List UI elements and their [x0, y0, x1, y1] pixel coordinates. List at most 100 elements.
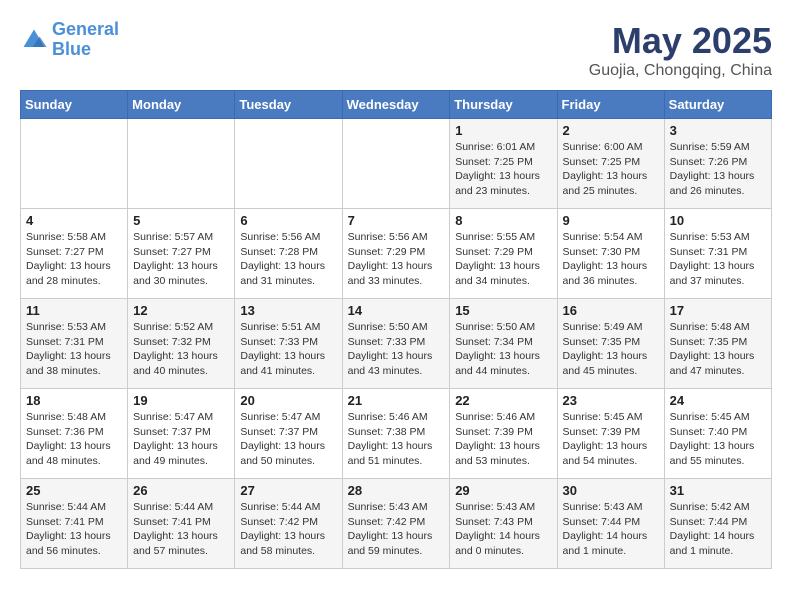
logo: General Blue — [20, 20, 119, 60]
day-info: Sunrise: 5:48 AMSunset: 7:36 PMDaylight:… — [26, 410, 122, 469]
day-info: Sunrise: 5:55 AMSunset: 7:29 PMDaylight:… — [455, 230, 551, 289]
day-info: Sunrise: 5:44 AMSunset: 7:41 PMDaylight:… — [133, 500, 229, 559]
day-info: Sunrise: 5:51 AMSunset: 7:33 PMDaylight:… — [240, 320, 336, 379]
day-cell: 20Sunrise: 5:47 AMSunset: 7:37 PMDayligh… — [235, 389, 342, 479]
day-cell: 29 Sunrise: 5:43 AMSunset: 7:43 PMDayligh… — [450, 479, 557, 569]
day-number: 26 — [133, 483, 229, 498]
day-number: 29 — [455, 483, 551, 498]
day-cell: 15 Sunrise: 5:50 AMSunset: 7:34 PMDayligh… — [450, 299, 557, 389]
day-cell: 9Sunrise: 5:54 AMSunset: 7:30 PMDaylight… — [557, 209, 664, 299]
day-info: Sunrise: 5:43 AMSunset: 7:43 PMDaylight:… — [455, 500, 551, 559]
day-cell: 1 Sunrise: 6:01 AMSunset: 7:25 PMDaylight… — [450, 119, 557, 209]
day-info: Sunrise: 5:48 AMSunset: 7:35 PMDaylight:… — [670, 320, 766, 379]
day-info: Sunrise: 5:53 AMSunset: 7:31 PMDaylight:… — [26, 320, 122, 379]
day-info: Sunrise: 6:01 AMSunset: 7:25 PMDaylight:… — [455, 140, 551, 199]
day-cell: 28Sunrise: 5:43 AMSunset: 7:42 PMDayligh… — [342, 479, 450, 569]
day-cell: 26 Sunrise: 5:44 AMSunset: 7:41 PMDayligh… — [128, 479, 235, 569]
day-cell: 12Sunrise: 5:52 AMSunset: 7:32 PMDayligh… — [128, 299, 235, 389]
day-info: Sunrise: 5:46 AMSunset: 7:38 PMDaylight:… — [348, 410, 445, 469]
day-number: 30 — [563, 483, 659, 498]
day-cell — [235, 119, 342, 209]
week-row-1: 1 Sunrise: 6:01 AMSunset: 7:25 PMDaylight… — [21, 119, 772, 209]
day-info: Sunrise: 5:42 AMSunset: 7:44 PMDaylight:… — [670, 500, 766, 559]
day-number: 15 — [455, 303, 551, 318]
day-info: Sunrise: 5:47 AMSunset: 7:37 PMDaylight:… — [133, 410, 229, 469]
day-info: Sunrise: 5:45 AMSunset: 7:39 PMDaylight:… — [563, 410, 659, 469]
day-info: Sunrise: 5:50 AMSunset: 7:33 PMDaylight:… — [348, 320, 445, 379]
day-number: 24 — [670, 393, 766, 408]
day-cell: 19Sunrise: 5:47 AMSunset: 7:37 PMDayligh… — [128, 389, 235, 479]
day-number: 14 — [348, 303, 445, 318]
day-number: 8 — [455, 213, 551, 228]
day-cell: 31 Sunrise: 5:42 AMSunset: 7:44 PMDayligh… — [664, 479, 771, 569]
header-cell-sunday: Sunday — [21, 91, 128, 119]
day-number: 31 — [670, 483, 766, 498]
day-cell: 11 Sunrise: 5:53 AMSunset: 7:31 PMDayligh… — [21, 299, 128, 389]
day-number: 11 — [26, 303, 122, 318]
week-row-3: 11 Sunrise: 5:53 AMSunset: 7:31 PMDayligh… — [21, 299, 772, 389]
day-number: 20 — [240, 393, 336, 408]
header-row: SundayMondayTuesdayWednesdayThursdayFrid… — [21, 91, 772, 119]
day-cell — [21, 119, 128, 209]
calendar-header: SundayMondayTuesdayWednesdayThursdayFrid… — [21, 91, 772, 119]
day-cell: 13 Sunrise: 5:51 AMSunset: 7:33 PMDayligh… — [235, 299, 342, 389]
page-header: General Blue May 2025 Guojia, Chongqing,… — [20, 20, 772, 80]
day-info: Sunrise: 5:59 AMSunset: 7:26 PMDaylight:… — [670, 140, 766, 199]
day-cell: 2 Sunrise: 6:00 AMSunset: 7:25 PMDaylight… — [557, 119, 664, 209]
day-number: 13 — [240, 303, 336, 318]
day-info: Sunrise: 5:45 AMSunset: 7:40 PMDaylight:… — [670, 410, 766, 469]
day-number: 1 — [455, 123, 551, 138]
day-cell: 6Sunrise: 5:56 AMSunset: 7:28 PMDaylight… — [235, 209, 342, 299]
logo-line2: Blue — [52, 39, 91, 59]
day-info: Sunrise: 5:57 AMSunset: 7:27 PMDaylight:… — [133, 230, 229, 289]
calendar-body: 1 Sunrise: 6:01 AMSunset: 7:25 PMDaylight… — [21, 119, 772, 569]
day-cell: 24 Sunrise: 5:45 AMSunset: 7:40 PMDayligh… — [664, 389, 771, 479]
day-number: 25 — [26, 483, 122, 498]
day-cell: 5Sunrise: 5:57 AMSunset: 7:27 PMDaylight… — [128, 209, 235, 299]
day-number: 16 — [563, 303, 659, 318]
day-info: Sunrise: 5:44 AMSunset: 7:41 PMDaylight:… — [26, 500, 122, 559]
week-row-2: 4 Sunrise: 5:58 AMSunset: 7:27 PMDaylight… — [21, 209, 772, 299]
day-info: Sunrise: 5:58 AMSunset: 7:27 PMDaylight:… — [26, 230, 122, 289]
day-cell — [342, 119, 450, 209]
header-cell-monday: Monday — [128, 91, 235, 119]
logo-icon — [20, 26, 48, 54]
header-cell-thursday: Thursday — [450, 91, 557, 119]
day-cell: 27 Sunrise: 5:44 AMSunset: 7:42 PMDayligh… — [235, 479, 342, 569]
day-cell: 23 Sunrise: 5:45 AMSunset: 7:39 PMDayligh… — [557, 389, 664, 479]
day-cell: 17Sunrise: 5:48 AMSunset: 7:35 PMDayligh… — [664, 299, 771, 389]
day-number: 21 — [348, 393, 445, 408]
day-number: 4 — [26, 213, 122, 228]
day-cell: 8 Sunrise: 5:55 AMSunset: 7:29 PMDaylight… — [450, 209, 557, 299]
day-info: Sunrise: 6:00 AMSunset: 7:25 PMDaylight:… — [563, 140, 659, 199]
logo-text: General Blue — [52, 20, 119, 60]
day-cell: 18 Sunrise: 5:48 AMSunset: 7:36 PMDayligh… — [21, 389, 128, 479]
day-number: 27 — [240, 483, 336, 498]
day-number: 3 — [670, 123, 766, 138]
calendar-table: SundayMondayTuesdayWednesdayThursdayFrid… — [20, 90, 772, 569]
day-cell: 21 Sunrise: 5:46 AMSunset: 7:38 PMDayligh… — [342, 389, 450, 479]
day-number: 7 — [348, 213, 445, 228]
day-info: Sunrise: 5:44 AMSunset: 7:42 PMDaylight:… — [240, 500, 336, 559]
header-cell-tuesday: Tuesday — [235, 91, 342, 119]
subtitle: Guojia, Chongqing, China — [589, 62, 772, 80]
header-cell-wednesday: Wednesday — [342, 91, 450, 119]
header-cell-saturday: Saturday — [664, 91, 771, 119]
day-number: 22 — [455, 393, 551, 408]
day-number: 2 — [563, 123, 659, 138]
day-info: Sunrise: 5:53 AMSunset: 7:31 PMDaylight:… — [670, 230, 766, 289]
day-number: 23 — [563, 393, 659, 408]
day-info: Sunrise: 5:52 AMSunset: 7:32 PMDaylight:… — [133, 320, 229, 379]
week-row-4: 18 Sunrise: 5:48 AMSunset: 7:36 PMDayligh… — [21, 389, 772, 479]
day-number: 18 — [26, 393, 122, 408]
day-cell: 3 Sunrise: 5:59 AMSunset: 7:26 PMDaylight… — [664, 119, 771, 209]
day-cell — [128, 119, 235, 209]
day-number: 9 — [563, 213, 659, 228]
day-info: Sunrise: 5:43 AMSunset: 7:42 PMDaylight:… — [348, 500, 445, 559]
logo-line1: General — [52, 19, 119, 39]
day-info: Sunrise: 5:50 AMSunset: 7:34 PMDaylight:… — [455, 320, 551, 379]
main-title: May 2025 — [589, 20, 772, 62]
day-number: 10 — [670, 213, 766, 228]
day-info: Sunrise: 5:56 AMSunset: 7:28 PMDaylight:… — [240, 230, 336, 289]
title-block: May 2025 Guojia, Chongqing, China — [589, 20, 772, 80]
